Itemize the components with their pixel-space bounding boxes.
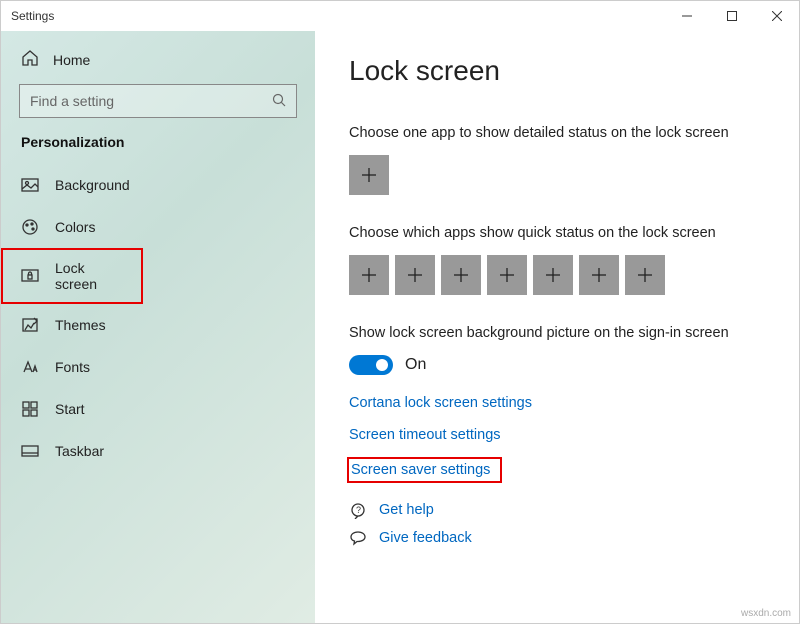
- fonts-icon: [21, 358, 39, 376]
- window-controls: [664, 1, 799, 31]
- search-input[interactable]: Find a setting: [19, 84, 297, 118]
- signin-toggle-row: On: [349, 355, 765, 375]
- get-help-row[interactable]: ? Get help: [349, 501, 765, 519]
- themes-icon: [21, 316, 39, 334]
- feedback-link[interactable]: Give feedback: [379, 530, 472, 546]
- add-quick-app-button[interactable]: [349, 255, 389, 295]
- svg-text:?: ?: [356, 505, 361, 515]
- watermark: wsxdn.com: [741, 608, 791, 619]
- sidebar-item-label: Fonts: [55, 359, 90, 375]
- search-wrap: Find a setting: [1, 84, 315, 134]
- home-icon: [21, 49, 39, 70]
- detailed-status-label: Choose one app to show detailed status o…: [349, 125, 765, 141]
- sidebar-item-label: Colors: [55, 219, 95, 235]
- sidebar: Home Find a setting Personalization Back…: [1, 31, 315, 623]
- window-title: Settings: [11, 9, 54, 23]
- sidebar-item-colors[interactable]: Colors: [1, 206, 315, 248]
- sidebar-item-start[interactable]: Start: [1, 388, 315, 430]
- get-help-link[interactable]: Get help: [379, 502, 434, 518]
- sidebar-item-label: Background: [55, 177, 130, 193]
- sidebar-item-label: Start: [55, 401, 85, 417]
- search-icon: [272, 93, 286, 110]
- sidebar-item-label: Taskbar: [55, 443, 104, 459]
- add-quick-app-button[interactable]: [579, 255, 619, 295]
- nav-list: Background Colors Lock screen: [1, 164, 315, 472]
- sidebar-item-fonts[interactable]: Fonts: [1, 346, 315, 388]
- cortana-link[interactable]: Cortana lock screen settings: [349, 395, 765, 411]
- add-quick-app-button[interactable]: [625, 255, 665, 295]
- signin-toggle[interactable]: [349, 355, 393, 375]
- picture-icon: [21, 176, 39, 194]
- feedback-row[interactable]: Give feedback: [349, 529, 765, 547]
- signin-picture-label: Show lock screen background picture on t…: [349, 325, 765, 341]
- help-icon: ?: [349, 501, 367, 519]
- category-title: Personalization: [1, 134, 315, 164]
- start-icon: [21, 400, 39, 418]
- screen-saver-link[interactable]: Screen saver settings: [349, 459, 500, 481]
- add-quick-app-button[interactable]: [395, 255, 435, 295]
- lock-screen-icon: [21, 267, 39, 285]
- search-placeholder: Find a setting: [30, 93, 114, 109]
- sidebar-item-label: Lock screen: [55, 260, 123, 292]
- add-quick-app-button[interactable]: [533, 255, 573, 295]
- sidebar-item-themes[interactable]: Themes: [1, 304, 315, 346]
- maximize-button[interactable]: [709, 1, 754, 31]
- window-body: Home Find a setting Personalization Back…: [1, 31, 799, 623]
- quick-status-row: [349, 255, 765, 295]
- titlebar: Settings: [1, 1, 799, 31]
- page-title: Lock screen: [349, 55, 765, 87]
- toggle-state: On: [405, 356, 426, 374]
- feedback-icon: [349, 529, 367, 547]
- add-quick-app-button[interactable]: [441, 255, 481, 295]
- quick-status-label: Choose which apps show quick status on t…: [349, 225, 765, 241]
- taskbar-icon: [21, 442, 39, 460]
- sidebar-item-lock-screen[interactable]: Lock screen: [1, 248, 143, 304]
- add-detailed-app-button[interactable]: [349, 155, 389, 195]
- timeout-link[interactable]: Screen timeout settings: [349, 427, 765, 443]
- minimize-button[interactable]: [664, 1, 709, 31]
- palette-icon: [21, 218, 39, 236]
- add-quick-app-button[interactable]: [487, 255, 527, 295]
- sidebar-item-taskbar[interactable]: Taskbar: [1, 430, 315, 472]
- detailed-status-row: [349, 155, 765, 195]
- home-nav[interactable]: Home: [1, 43, 315, 84]
- home-label: Home: [53, 52, 90, 68]
- settings-window: Settings Home Find a set: [0, 0, 800, 624]
- sidebar-item-background[interactable]: Background: [1, 164, 315, 206]
- close-button[interactable]: [754, 1, 799, 31]
- sidebar-item-label: Themes: [55, 317, 106, 333]
- main-content: Lock screen Choose one app to show detai…: [315, 31, 799, 623]
